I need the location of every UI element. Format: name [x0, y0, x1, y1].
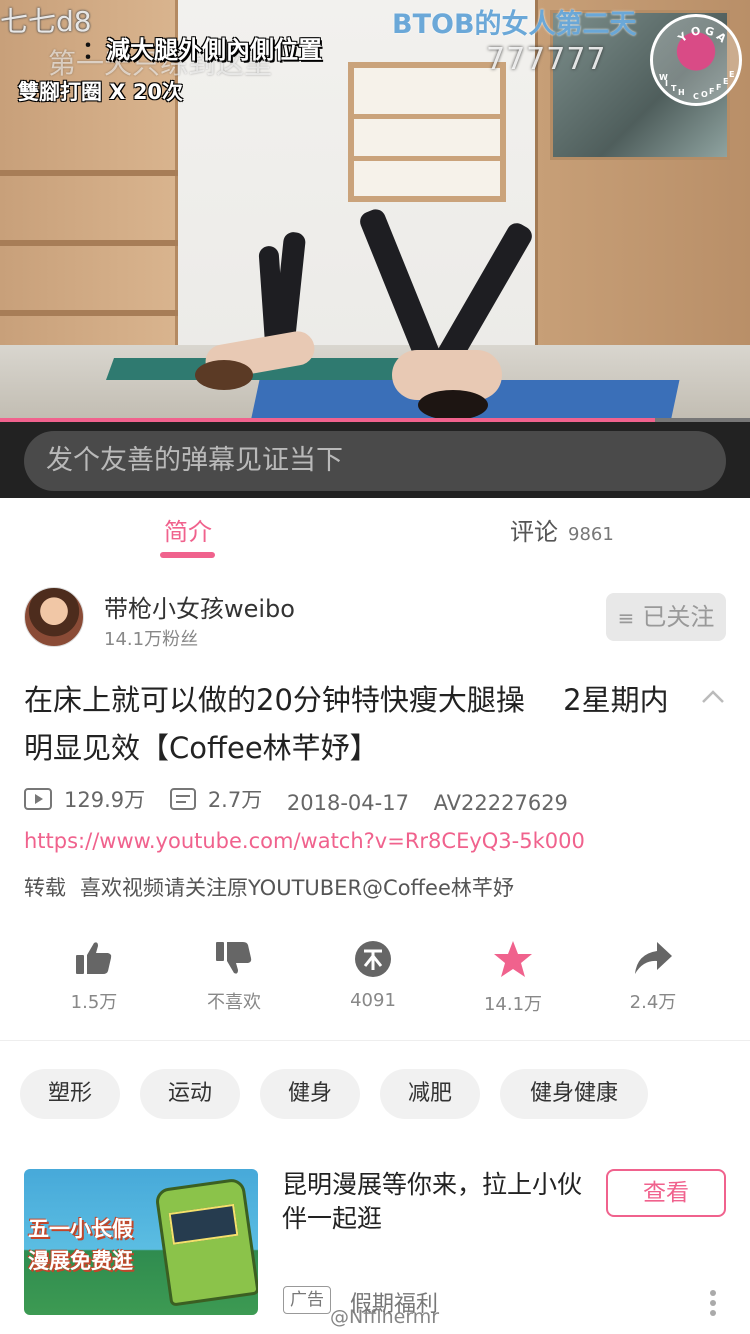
- logo-letter: F: [716, 83, 722, 92]
- tag-chip[interactable]: 塑形: [20, 1069, 120, 1119]
- thumbs-up-icon: [76, 942, 112, 974]
- tab-bar: 简介 评论 9861: [0, 498, 750, 560]
- more-options-icon[interactable]: [708, 1290, 718, 1320]
- av-id: AV22227629: [433, 791, 568, 815]
- chevron-up-icon[interactable]: [700, 684, 726, 710]
- danmaku-comment: BTOB的女人第二天: [392, 9, 637, 40]
- logo-letter: G: [703, 24, 716, 39]
- logo-letter: O: [689, 24, 702, 39]
- source-link[interactable]: https://www.youtube.com/watch?v=Rr8CEyQ3…: [24, 829, 585, 853]
- description-text: 喜欢视频请关注原YOUTUBER@Coffee林芊妤: [80, 876, 514, 900]
- coin-count: 4091: [350, 990, 396, 1011]
- tag-chip[interactable]: 运动: [140, 1069, 240, 1119]
- danmaku-bar: 发个友善的弹幕见证当下: [0, 422, 750, 498]
- video-player[interactable]: 七七d8 第一天只练到这里 ：減大腿外側內側位置 雙腳打圈 X 20次 BTOB…: [0, 0, 750, 422]
- logo-letter: A: [713, 29, 729, 46]
- tab-comments-label: 评论: [510, 518, 558, 546]
- dislike-label: 不喜欢: [207, 992, 261, 1013]
- comments-count: 9861: [568, 524, 614, 545]
- ad-image[interactable]: 五一小长假 漫展免费逛: [24, 1169, 258, 1315]
- logo-letter: T: [671, 84, 677, 93]
- person-hair: [418, 390, 488, 420]
- video-stats: 129.9万 2.7万 2018-04-17 AV22227629: [24, 784, 586, 815]
- coin-icon: [355, 941, 391, 977]
- uploader-name[interactable]: 带枪小女孩weibo: [104, 589, 295, 624]
- tab-intro[interactable]: 简介: [164, 512, 212, 547]
- video-caption-prefix: ：: [82, 36, 106, 64]
- uploader-fans: 14.1万粉丝: [104, 629, 199, 650]
- play-count-icon: [24, 788, 52, 810]
- thumbs-down-icon: [216, 942, 252, 974]
- logo-letter: O: [701, 90, 708, 99]
- dislike-button[interactable]: 不喜欢: [164, 940, 304, 1014]
- favorite-button[interactable]: 14.1万: [443, 940, 583, 1016]
- logo-letter: Y: [675, 29, 691, 46]
- tag-chip[interactable]: 健身: [260, 1069, 360, 1119]
- ad-title[interactable]: 昆明漫展等你来，拉上小伙伴一起逛: [282, 1168, 582, 1236]
- uploader-avatar[interactable]: [24, 587, 84, 647]
- ad-image-text: 漫展免费逛: [28, 1249, 133, 1273]
- share-button[interactable]: 2.4万: [583, 940, 723, 1014]
- tag-chip[interactable]: 健身健康: [500, 1069, 648, 1119]
- logo-letter: H: [678, 88, 685, 97]
- ad-image-text: 五一小长假: [28, 1217, 133, 1241]
- danmaku-count-icon: [169, 788, 196, 810]
- danmaku-comment: 777777: [486, 42, 607, 77]
- tag-chip[interactable]: 减肥: [380, 1069, 480, 1119]
- ad-bus-illustration: [154, 1177, 258, 1307]
- follow-label: 已关注: [642, 603, 715, 631]
- scene-wall-shelf: [348, 62, 506, 202]
- view-count: 129.9万: [64, 788, 146, 812]
- video-caption-title-text: 減大腿外側內側位置: [106, 36, 322, 64]
- person-hair: [195, 360, 253, 390]
- logo-letter: E: [723, 77, 729, 86]
- like-count: 1.5万: [70, 992, 118, 1013]
- logo-letter: F: [709, 87, 715, 96]
- menu-icon: ≡: [617, 606, 635, 630]
- favorite-count: 14.1万: [483, 994, 543, 1015]
- video-caption-title: ：減大腿外側內側位置: [82, 30, 322, 65]
- danmaku-count: 2.7万: [207, 788, 263, 812]
- like-button[interactable]: 1.5万: [24, 940, 164, 1014]
- follow-button[interactable]: ≡ 已关注: [606, 593, 726, 641]
- tab-comments[interactable]: 评论 9861: [510, 512, 614, 547]
- video-detail-page: 七七d8 第一天只练到这里 ：減大腿外側內側位置 雙腳打圈 X 20次 BTOB…: [0, 0, 750, 1334]
- section-divider: [0, 1040, 750, 1041]
- tab-active-indicator: [160, 552, 215, 558]
- coin-button[interactable]: 4091: [303, 940, 443, 1011]
- video-watermark: 七七d8: [0, 5, 92, 38]
- share-count: 2.4万: [629, 992, 677, 1013]
- video-description: 转载 喜欢视频请关注原YOUTUBER@Coffee林芊妤: [24, 872, 514, 902]
- repost-label: 转载: [24, 876, 66, 900]
- ad-view-button[interactable]: 查看: [606, 1169, 726, 1217]
- logo-letter: C: [693, 92, 699, 101]
- logo-letter: E: [729, 70, 735, 79]
- star-icon: [494, 941, 532, 977]
- share-icon: [635, 942, 672, 974]
- danmaku-input[interactable]: 发个友善的弹幕见证当下: [24, 431, 726, 491]
- publish-date: 2018-04-17: [286, 791, 409, 815]
- logo-letter: I: [665, 79, 668, 88]
- ad-badge: 广告: [283, 1286, 331, 1314]
- weibo-watermark: @Nfflhermr: [330, 1306, 440, 1328]
- video-title: 在床上就可以做的20分钟特快瘦大腿操 2星期内明显见效【Coffee林芊妤】: [24, 683, 669, 765]
- channel-logo: Y O G A W I T H C O F F E E: [650, 14, 742, 106]
- video-caption-reps: 雙腳打圈 X 20次: [18, 80, 184, 104]
